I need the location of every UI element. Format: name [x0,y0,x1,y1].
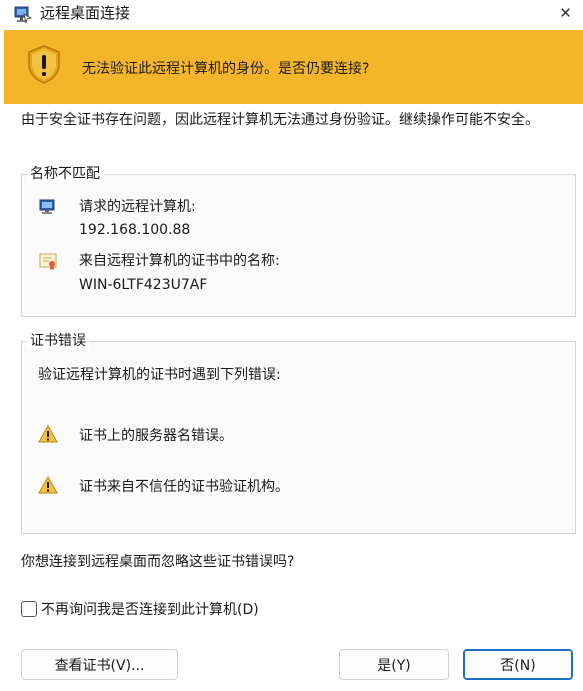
window-title: 远程桌面连接 [40,4,131,22]
warning-triangle-icon [38,475,58,495]
error-item: 证书来自不信任的证书验证机构。 [79,479,289,495]
description-text: 由于安全证书存在问题，因此远程计算机无法通过身份验证。继续操作可能不安全。 [21,112,539,128]
certificate-errors-group: 验证远程计算机的证书时遇到下列错误: 证书上的服务器名错误。 证书来自不信任的证… [21,341,576,534]
certificate-errors-heading: 证书错误 [27,332,89,350]
error-item: 证书上的服务器名错误。 [79,428,233,444]
warning-banner: 无法验证此远程计算机的身份。是否仍要连接? [4,30,583,104]
requested-computer-label: 请求的远程计算机: [79,199,196,215]
errors-intro: 验证远程计算机的证书时遇到下列错误: [38,367,281,383]
computer-icon [38,197,58,217]
no-button[interactable]: 否(N) [463,649,573,680]
remote-desktop-icon [12,4,34,26]
certificate-name-label: 来自远程计算机的证书中的名称: [79,253,280,269]
certificate-name-value: WIN-6LTF423U7AF [79,277,208,293]
requested-computer-value: 192.168.100.88 [79,222,191,238]
view-certificate-button[interactable]: 查看证书(V)... [21,649,178,680]
checkbox-label: 不再询问我是否连接到此计算机(D) [41,602,259,618]
close-button[interactable]: ✕ [548,0,583,26]
banner-message: 无法验证此远程计算机的身份。是否仍要连接? [82,61,370,77]
close-icon: ✕ [559,4,572,22]
title-bar: 远程桌面连接 ✕ [0,0,583,30]
warning-triangle-icon [38,424,58,444]
yes-button[interactable]: 是(Y) [339,649,449,680]
name-mismatch-heading: 名称不匹配 [27,165,103,183]
confirm-question: 你想连接到远程桌面而忽略这些证书错误吗? [21,554,295,570]
shield-warning-icon [26,44,62,84]
dont-ask-checkbox[interactable]: 不再询问我是否连接到此计算机(D) [21,599,259,619]
name-mismatch-group: 请求的远程计算机: 192.168.100.88 来自远程计算机的证书中的名称:… [21,174,576,317]
certificate-icon [38,251,58,271]
checkbox-box[interactable] [21,601,37,617]
